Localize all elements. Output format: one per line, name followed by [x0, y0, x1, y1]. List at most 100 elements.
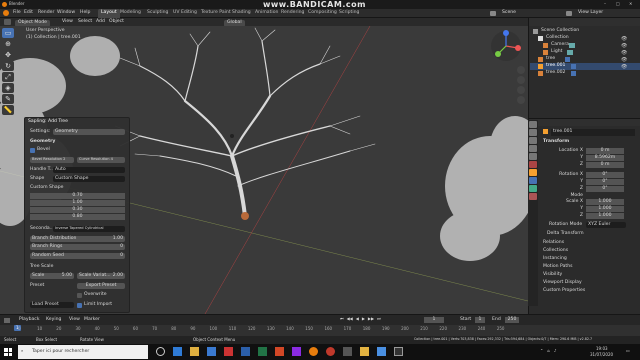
transform-section-header[interactable]: Transform [543, 139, 569, 145]
visibility-eye-icon[interactable]: 👁 [621, 57, 637, 64]
app-icon[interactable] [394, 347, 403, 356]
blender-taskbar-icon[interactable] [309, 347, 318, 356]
camera-view-icon[interactable] [517, 86, 525, 94]
overwrite-checkbox[interactable] [77, 293, 82, 298]
branch-rings-field[interactable]: Branch Rings 0 [30, 244, 125, 250]
viewport-menu-select[interactable]: Select [78, 19, 92, 25]
store-icon[interactable] [207, 347, 216, 356]
grid-view-icon[interactable] [517, 96, 525, 104]
scale-z-field[interactable]: 1.000 [586, 213, 624, 219]
edge-browser-icon[interactable] [173, 347, 182, 356]
rotation-x-field[interactable]: 0° [586, 172, 624, 178]
outliner-item-scene-collection[interactable]: Scene Collection [541, 28, 579, 34]
random-seed-field[interactable]: Random Seed 0 [30, 253, 125, 259]
viewport-menu-add[interactable]: Add [96, 19, 105, 25]
end-frame-field[interactable]: 250 [505, 317, 519, 323]
tray-chevron-icon[interactable]: ⌃ [540, 349, 543, 353]
pan-icon[interactable] [517, 76, 525, 84]
collections-section[interactable]: Collections [543, 248, 568, 254]
load-preset-dropdown[interactable]: Load Preset [30, 302, 74, 308]
outliner-item-tree-001[interactable]: tree.001 [546, 63, 565, 69]
maximize-icon[interactable]: □ [616, 2, 620, 6]
modifier-properties-icon[interactable] [529, 177, 537, 184]
select-box-tool-icon[interactable]: ▭ [2, 28, 14, 38]
export-preset-button[interactable]: Export Preset [77, 283, 125, 289]
scene-properties-icon[interactable] [529, 153, 537, 160]
location-z-field[interactable]: 0 m [586, 162, 624, 168]
menu-edit[interactable]: Edit [24, 10, 33, 16]
mail-icon[interactable] [224, 347, 233, 356]
custom-shape-field-2[interactable]: 1.00 [30, 200, 125, 206]
branch-distribution-slider[interactable]: Branch Distribution 1.00 [30, 236, 125, 242]
zoom-icon[interactable] [517, 66, 525, 74]
visibility-eye-icon[interactable]: 👁 [621, 50, 637, 57]
output-properties-icon[interactable] [529, 137, 537, 144]
minimize-icon[interactable]: – [604, 2, 606, 6]
workspace-tab-compositing[interactable]: Compositing [305, 9, 340, 18]
shape-dropdown[interactable]: Custom Shape [53, 176, 125, 182]
instancing-section[interactable]: Instancing [543, 256, 567, 262]
word-icon[interactable] [241, 347, 250, 356]
limit-import-checkbox[interactable] [77, 303, 82, 308]
rotation-mode-dropdown[interactable]: XYZ Euler [586, 222, 626, 228]
visibility-eye-icon[interactable]: 👁 [621, 43, 637, 50]
rotation-y-field[interactable]: 0° [586, 179, 624, 185]
tool-properties-icon[interactable] [529, 121, 537, 128]
taskbar-clock-time[interactable]: 19:03 [596, 347, 608, 351]
menu-window[interactable]: Window [57, 10, 75, 16]
network-icon[interactable]: ⌂ [547, 349, 550, 353]
bevel-checkbox[interactable] [30, 148, 35, 153]
menu-help[interactable]: Help [80, 10, 90, 16]
data-properties-icon[interactable] [529, 185, 537, 192]
object-tab-icon[interactable] [529, 169, 537, 176]
timeline-menu-marker[interactable]: Marker [84, 317, 100, 323]
app-icon[interactable] [292, 347, 301, 356]
scale-x-field[interactable]: 1.000 [586, 199, 624, 205]
handle-type-dropdown[interactable]: Auto [53, 167, 125, 173]
current-frame-field[interactable]: 1 [424, 317, 444, 323]
app-icon[interactable] [377, 347, 386, 356]
scale-tool-icon[interactable]: ⤢ [2, 72, 14, 82]
scale-variation-field[interactable]: Scale Variat... 2.00 [77, 273, 125, 279]
motion-paths-section[interactable]: Motion Paths [543, 264, 573, 270]
view-layer-selector[interactable]: View Layer [578, 10, 603, 16]
timeline-editor-icon[interactable] [4, 318, 10, 323]
timeline-menu-playback[interactable]: Playback [19, 317, 40, 323]
taskbar-search-box[interactable]: ⌕ Taper ici pour rechercher [18, 345, 148, 359]
world-properties-icon[interactable] [529, 161, 537, 168]
outliner-item-tree-002[interactable]: tree.002 [546, 70, 565, 76]
object-name-field[interactable]: tree.001 [551, 129, 635, 136]
workspace-tab-modeling[interactable]: Modeling [117, 9, 144, 18]
excel-icon[interactable] [258, 347, 267, 356]
viewport-display-section[interactable]: Viewport Display [543, 280, 582, 286]
task-view-icon[interactable] [156, 347, 165, 356]
powerpoint-icon[interactable] [275, 347, 284, 356]
bevel-resolution-field[interactable]: Bevel Resolution 2 [30, 157, 74, 163]
viewport-menu-object[interactable]: Object [109, 19, 124, 25]
app-icon[interactable] [360, 347, 369, 356]
delta-transform-section[interactable]: Delta Transform [547, 231, 584, 237]
settings-dropdown[interactable]: Geometry [53, 129, 125, 135]
blender-menu-icon[interactable] [3, 10, 9, 16]
material-properties-icon[interactable] [529, 193, 537, 200]
workspace-tab-animation[interactable]: Animation [252, 9, 281, 18]
location-x-field[interactable]: 0 m [586, 148, 624, 154]
rotation-z-field[interactable]: 0° [586, 186, 624, 192]
app-icon[interactable] [343, 347, 352, 356]
visibility-eye-icon[interactable]: 👁 [621, 36, 637, 43]
location-y-field[interactable]: 8.5962m [586, 155, 624, 161]
outliner-item-collection[interactable]: Collection [546, 35, 569, 41]
scale-y-field[interactable]: 1.000 [586, 206, 624, 212]
notifications-icon[interactable]: ▭ [626, 349, 630, 353]
prev-keyframe-icon[interactable]: ◀◀ [347, 317, 353, 321]
custom-shape-field-4[interactable]: 0.80 [30, 214, 125, 220]
move-tool-icon[interactable]: ✥ [2, 50, 14, 60]
secondary-splits-dropdown[interactable]: Inverse Tapered Cylindrical [53, 226, 125, 232]
workspace-tab-uv-editing[interactable]: UV Editing [170, 9, 200, 18]
jump-end-icon[interactable]: ⏭ [377, 317, 381, 321]
visibility-section[interactable]: Visibility [543, 272, 562, 278]
timeline-menu-view[interactable]: View [69, 317, 80, 323]
next-keyframe-icon[interactable]: ▶▶ [368, 317, 374, 321]
scale-field[interactable]: Scale 5.00 [30, 273, 74, 279]
play-reverse-icon[interactable]: ◀ [356, 317, 359, 321]
